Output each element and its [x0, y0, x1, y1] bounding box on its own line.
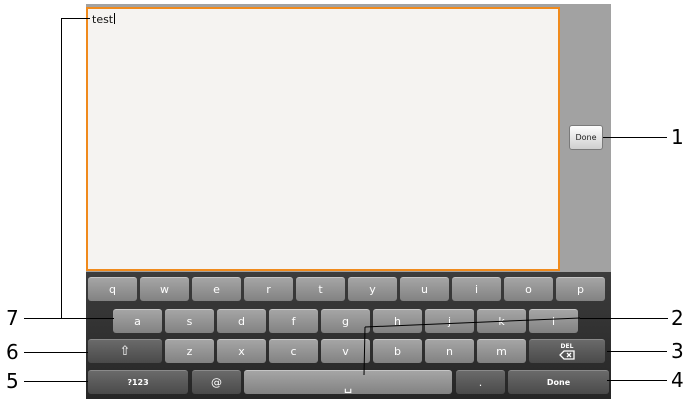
callout-line-5 — [24, 381, 88, 382]
key-y[interactable]: y — [348, 277, 397, 301]
shift-icon: ⇧ — [119, 344, 131, 359]
key-c[interactable]: c — [269, 339, 318, 363]
callout-number-6: 6 — [6, 340, 19, 364]
callout-vertical-7 — [61, 18, 62, 319]
key-x[interactable]: x — [217, 339, 266, 363]
shift-key[interactable]: ⇧ — [88, 339, 162, 363]
page: test Done q w e r t y u i o p a s d f g … — [0, 0, 695, 399]
callout-diagonal-2 — [363, 317, 581, 376]
callout-number-3: 3 — [671, 339, 684, 363]
callout-top-7 — [61, 18, 90, 19]
key-f[interactable]: f — [269, 309, 318, 333]
key-i[interactable]: i — [452, 277, 501, 301]
key-q[interactable]: q — [88, 277, 137, 301]
text-input-value: test — [92, 13, 116, 26]
side-done-button[interactable]: Done — [569, 125, 603, 150]
callout-line-3 — [607, 351, 667, 352]
key-o[interactable]: o — [504, 277, 553, 301]
text-cursor — [114, 13, 116, 24]
callout-line-2 — [580, 318, 668, 319]
key-s[interactable]: s — [165, 309, 214, 333]
callout-line-1 — [603, 137, 667, 138]
callout-line-6 — [24, 352, 88, 353]
key-p[interactable]: p — [556, 277, 605, 301]
key-t[interactable]: t — [296, 277, 345, 301]
key-e[interactable]: e — [192, 277, 241, 301]
callout-line-4 — [607, 380, 667, 381]
key-a[interactable]: a — [113, 309, 162, 333]
callout-line-7 — [24, 318, 114, 319]
callout-number-5: 5 — [6, 369, 19, 393]
key-z[interactable]: z — [165, 339, 214, 363]
key-w[interactable]: w — [140, 277, 189, 301]
callout-number-2: 2 — [671, 306, 684, 330]
symbols-key[interactable]: ?123 — [88, 370, 188, 394]
key-d[interactable]: d — [217, 309, 266, 333]
key-u[interactable]: u — [400, 277, 449, 301]
callout-number-4: 4 — [671, 368, 684, 392]
key-r[interactable]: r — [244, 277, 293, 301]
at-key[interactable]: @ — [192, 370, 241, 394]
callout-number-7: 7 — [6, 306, 19, 330]
callout-number-1: 1 — [671, 125, 684, 149]
text-input-area[interactable]: test — [86, 7, 560, 271]
